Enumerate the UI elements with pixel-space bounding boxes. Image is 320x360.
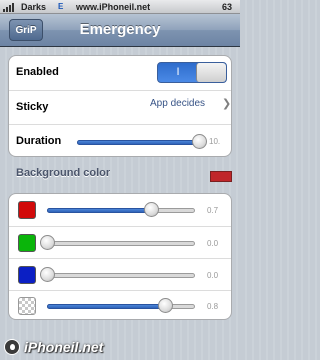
green-value: 0.0 [207, 239, 219, 248]
blue-value: 0.0 [207, 271, 219, 280]
slider-fill [77, 140, 199, 145]
enabled-label: Enabled [16, 66, 59, 78]
watermark-url: www.iPhoneil.net [76, 2, 151, 12]
blue-slider[interactable] [40, 267, 195, 283]
background-color-header: Background color [16, 167, 111, 179]
blue-channel-row: 0.0 [9, 258, 231, 290]
alpha-value: 0.8 [207, 302, 219, 311]
slider-fill [47, 304, 166, 309]
slider-thumb[interactable] [158, 298, 174, 313]
watermark-text: iPhoneil.net [24, 339, 104, 355]
status-bar: Darks E www.iPhoneil.net 63 [0, 0, 240, 14]
red-value: 0.7 [207, 206, 219, 215]
toggle-on-label: I [176, 66, 180, 78]
red-swatch-icon [18, 201, 36, 219]
sticky-value: App decides [150, 98, 206, 109]
green-swatch-icon [18, 234, 36, 252]
red-channel-row: 0.7 [9, 194, 231, 226]
battery-level-text: 63 [221, 2, 232, 12]
duration-row: Duration 10. [9, 124, 231, 156]
carrier-name: Darks [21, 2, 47, 12]
navigation-bar: GriP Emergency [0, 14, 240, 47]
slider-thumb[interactable] [192, 134, 207, 149]
color-preview-swatch [210, 171, 232, 182]
network-type-indicator: E [58, 2, 64, 11]
general-settings-group: Enabled I Sticky App decides ❯ Duration … [8, 55, 232, 157]
duration-label: Duration [16, 135, 62, 147]
sticky-label: Sticky [16, 101, 49, 113]
alpha-channel-row: 0.8 [9, 290, 231, 319]
chevron-right-icon: ❯ [222, 98, 232, 110]
sticky-row[interactable]: Sticky App decides ❯ [9, 90, 231, 124]
alpha-slider[interactable] [47, 298, 195, 314]
enabled-row: Enabled I [9, 56, 231, 90]
blue-swatch-icon [18, 266, 36, 284]
enabled-toggle[interactable]: I [157, 62, 227, 83]
slider-thumb[interactable] [40, 235, 55, 250]
green-channel-row: 0.0 [9, 226, 231, 258]
page-title: Emergency [79, 21, 161, 38]
background-color-group: 0.7 0.0 0.0 0.8 [8, 193, 232, 320]
red-slider[interactable] [47, 202, 195, 218]
signal-strength-icon [3, 3, 17, 12]
slider-fill [47, 208, 151, 213]
slider-track [47, 273, 195, 278]
slider-thumb[interactable] [40, 267, 55, 282]
duration-slider[interactable] [77, 134, 207, 150]
transparency-swatch-icon [18, 297, 36, 315]
apple-logo-icon [4, 339, 20, 355]
toggle-knob [196, 63, 226, 82]
green-slider[interactable] [40, 235, 195, 251]
slider-track [47, 241, 195, 246]
watermark: iPhoneil.net [4, 336, 124, 358]
slider-thumb[interactable] [143, 202, 159, 217]
duration-value: 10. [209, 137, 221, 146]
